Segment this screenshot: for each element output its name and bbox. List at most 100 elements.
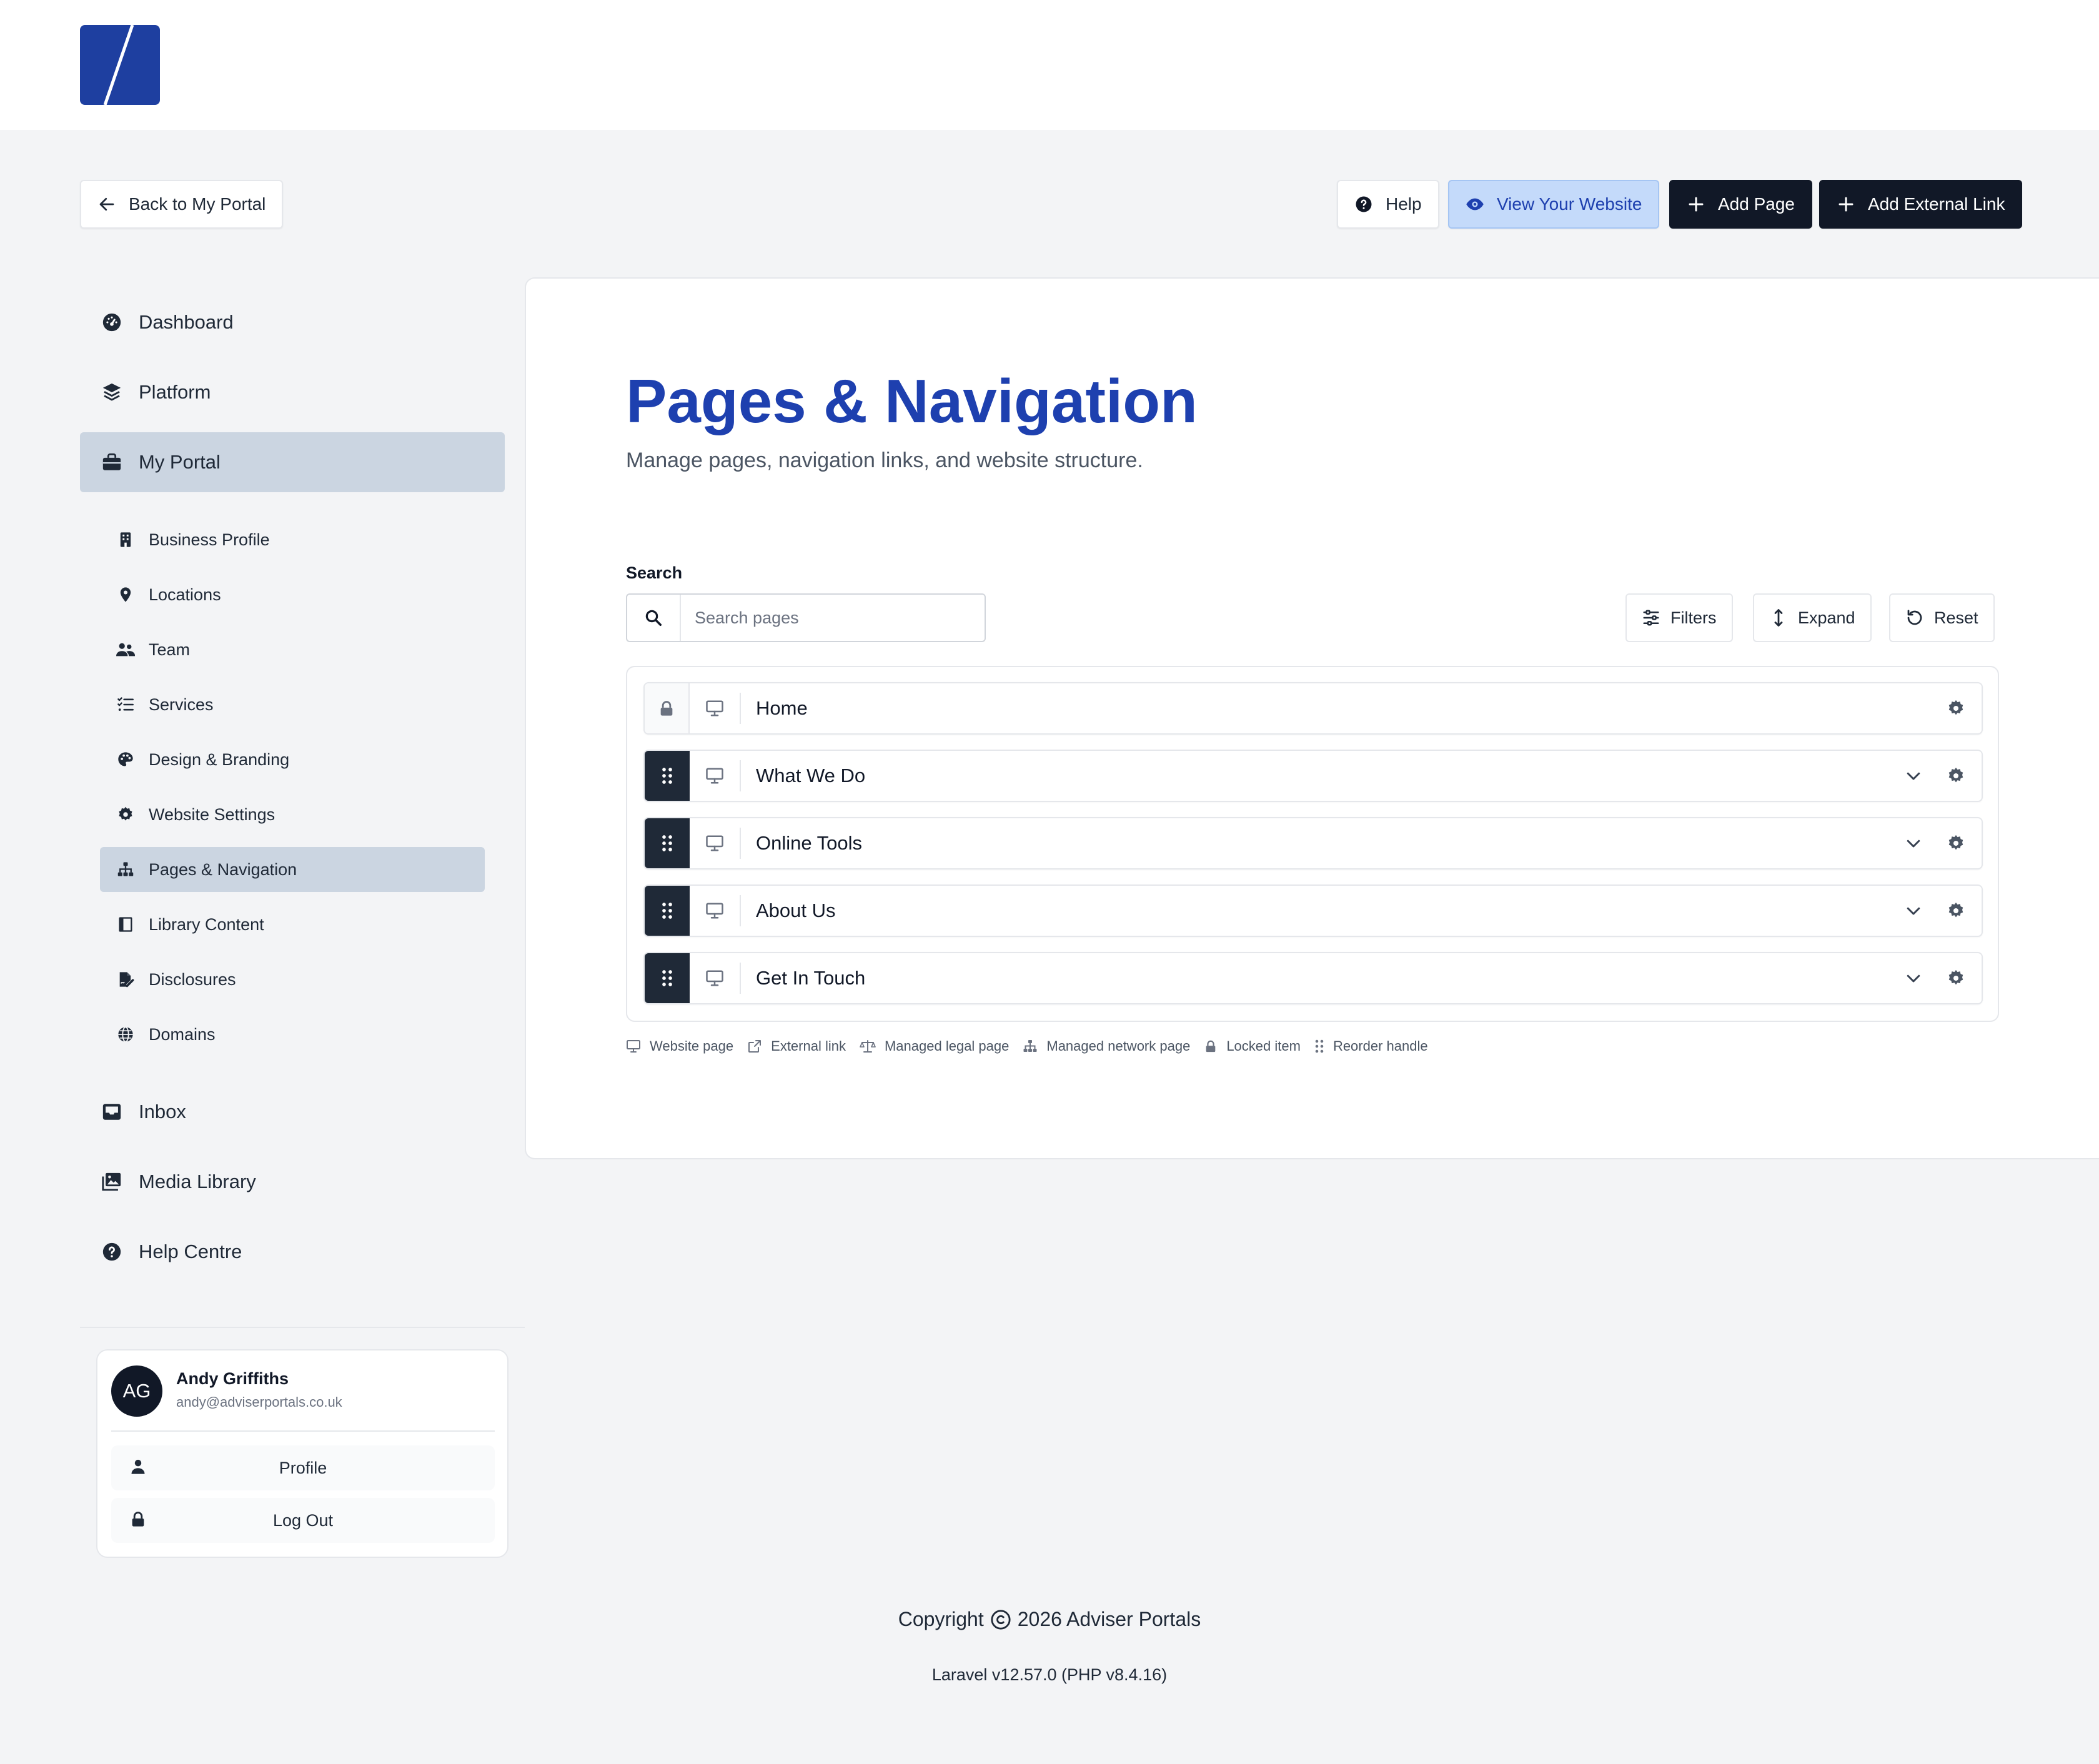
gear-icon[interactable] [1947,699,1965,718]
page-tree: Home What We Do Online Tools About Us Ge… [626,666,1999,1022]
user-email: andy@adviserportals.co.uk [176,1394,342,1410]
expand-button[interactable]: Expand [1753,593,1872,642]
external-link-icon [747,1039,762,1054]
add-external-link-label: Add External Link [1868,194,2005,214]
page-row-label: What We Do [756,765,866,786]
legend-label: Locked item [1226,1038,1301,1054]
chevron-down-icon[interactable] [1904,969,1923,988]
sidebar-item-label: Library Content [149,914,264,934]
scale-icon [860,1039,876,1054]
nav-dashboard[interactable]: Dashboard [80,292,505,352]
reset-button[interactable]: Reset [1889,593,1995,642]
grip-icon[interactable] [645,818,690,868]
sidebar-item-label: Pages & Navigation [149,860,297,879]
question-circle-icon [101,1241,122,1262]
legend-item: Locked item [1204,1038,1301,1054]
sidebar-item-domains[interactable]: Domains [100,1012,485,1057]
sidebar-item-design-branding[interactable]: Design & Branding [100,737,485,782]
sidebar-item-pages-navigation[interactable]: Pages & Navigation [100,847,485,892]
sidebar-item-library-content[interactable]: Library Content [100,902,485,947]
chevron-down-icon[interactable] [1904,901,1923,920]
sidebar-item-business-profile[interactable]: Business Profile [100,517,485,562]
nav-media-library[interactable]: Media Library [80,1152,505,1212]
reset-label: Reset [1934,608,1978,627]
search-icon [627,595,681,641]
legend-label: Reorder handle [1332,1038,1428,1054]
page-row-label: About Us [756,899,836,921]
gear-icon[interactable] [1947,901,1965,920]
nav-media-library-label: Media Library [139,1171,256,1192]
filters-button[interactable]: Filters [1625,593,1733,642]
copyright: Copyright 2026 Adviser Portals [0,1608,2099,1631]
add-page-button[interactable]: Add Page [1669,180,1812,229]
view-website-label: View Your Website [1497,194,1642,214]
nav-my-portal[interactable]: My Portal [80,432,505,492]
images-icon [101,1171,122,1192]
sidebar-item-label: Services [149,695,214,714]
question-circle-icon [1354,195,1373,214]
framework-version: Laravel v12.57.0 (PHP v8.4.16) [931,1665,1168,1684]
page-row-about-us[interactable]: About Us [643,884,1983,937]
plus-icon [1837,195,1855,214]
grip-icon[interactable] [645,886,690,936]
nav-dashboard-label: Dashboard [139,311,234,333]
legend-item: Managed legal page [860,1038,1009,1054]
sidebar-item-website-settings[interactable]: Website Settings [100,792,485,837]
legend-label: Managed network page [1046,1038,1191,1054]
arrow-left-icon [97,195,116,214]
sidebar-item-disclosures[interactable]: Disclosures [100,957,485,1002]
page-row-label: Get In Touch [756,967,866,989]
gear-icon[interactable] [1947,834,1965,853]
map-pin-icon [116,585,135,604]
gear-icon[interactable] [1947,766,1965,785]
legend-item: External link [747,1038,846,1054]
grip-icon[interactable] [645,751,690,801]
back-to-portal-button[interactable]: Back to My Portal [80,180,284,229]
logout-button[interactable]: Log Out [111,1498,495,1543]
sidebar-item-team[interactable]: Team [100,627,485,672]
add-external-link-button[interactable]: Add External Link [1819,180,2023,229]
page-row-what-we-do[interactable]: What We Do [643,750,1983,802]
nav-inbox-label: Inbox [139,1101,186,1122]
inbox-icon [101,1101,122,1122]
chevron-down-icon[interactable] [1904,766,1923,785]
legend-label: Website page [650,1038,734,1054]
page-subtitle: Manage pages, navigation links, and webs… [626,448,1143,472]
gear-icon[interactable] [1947,969,1965,988]
user-icon [129,1457,147,1476]
page-row-home[interactable]: Home [643,682,1983,735]
legend-label: External link [771,1038,846,1054]
eye-icon [1466,195,1484,214]
search-input[interactable] [681,608,981,628]
view-website-button[interactable]: View Your Website [1448,180,1660,229]
sidebar-item-services[interactable]: Services [100,682,485,727]
grip-icon[interactable] [645,953,690,1003]
nav-help-centre-label: Help Centre [139,1241,242,1262]
page-row-online-tools[interactable]: Online Tools [643,817,1983,870]
nav-inbox[interactable]: Inbox [80,1082,505,1142]
chevron-down-icon[interactable] [1904,834,1923,853]
filters-label: Filters [1670,608,1717,627]
expand-label: Expand [1798,608,1855,627]
page-row-label: Online Tools [756,832,863,854]
sidebar-item-label: Design & Branding [149,750,290,769]
palette-icon [116,750,135,769]
profile-button[interactable]: Profile [111,1445,495,1490]
help-label: Help [1386,194,1422,214]
user-card: AG Andy Griffiths andy@adviserportals.co… [96,1349,509,1558]
sidebar-item-locations[interactable]: Locations [100,572,485,617]
help-button[interactable]: Help [1337,180,1439,229]
monitor-icon [690,963,741,994]
nav-help-centre[interactable]: Help Centre [80,1222,505,1282]
brand-logo[interactable] [80,25,160,105]
lock-icon [129,1510,147,1529]
grip-icon [1314,1039,1324,1054]
page-row-get-in-touch[interactable]: Get In Touch [643,952,1983,1004]
sidebar-item-label: Website Settings [149,805,275,824]
search-field [626,593,986,642]
expand-vertical-icon [1769,608,1788,627]
nav-platform[interactable]: Platform [80,362,505,422]
avatar: AG [111,1365,162,1417]
sidebar-item-label: Business Profile [149,530,270,549]
sidebar-item-label: Team [149,640,191,659]
